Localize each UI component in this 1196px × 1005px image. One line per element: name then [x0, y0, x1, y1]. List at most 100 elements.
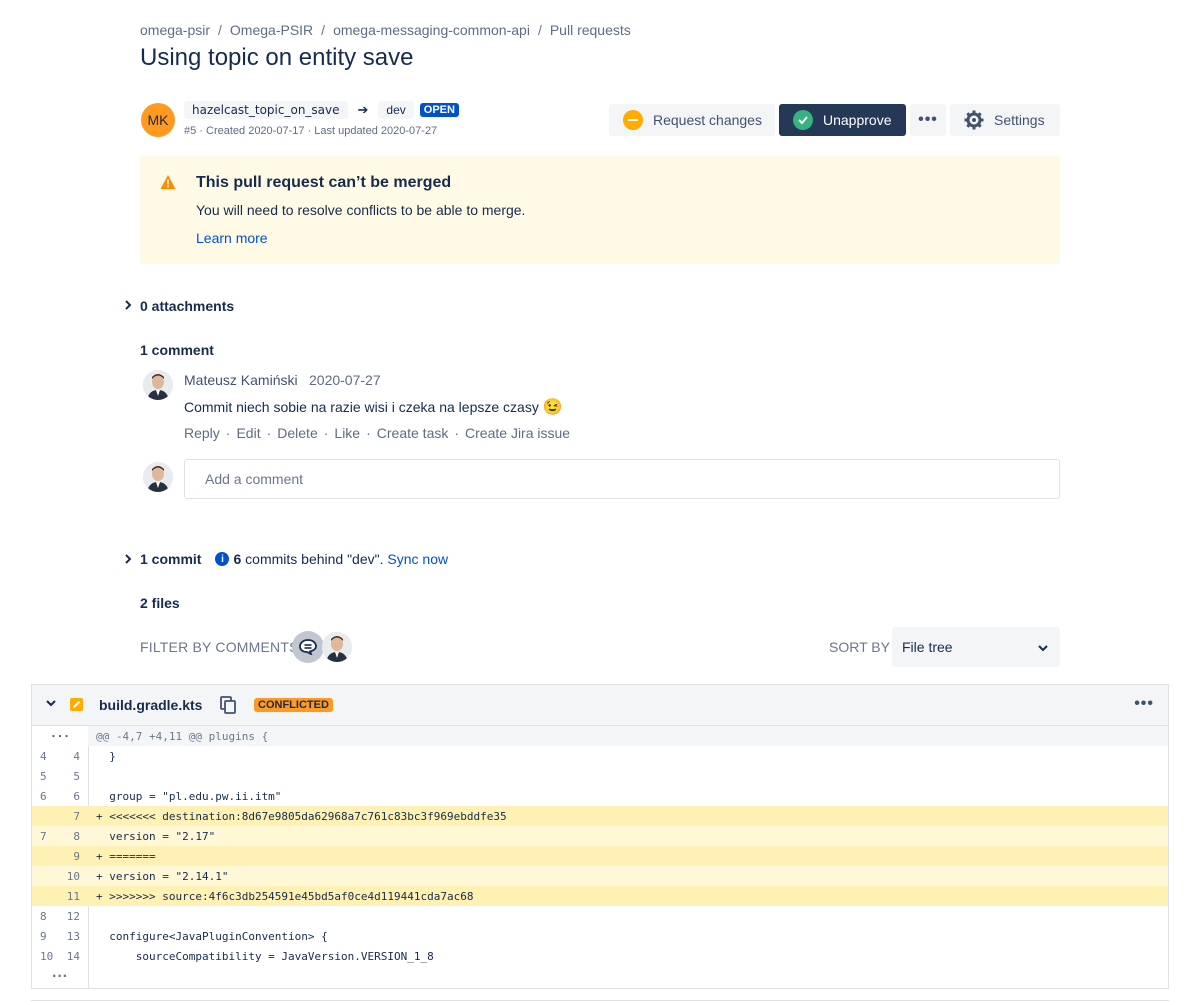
- pr-meta: #5 · Created 2020-07-17 · Last updated 2…: [184, 125, 438, 137]
- attachments-toggle[interactable]: 0 attachments: [140, 298, 234, 314]
- sort-by-label: SORT BY: [829, 639, 890, 655]
- expand-below-row[interactable]: ···: [32, 966, 1168, 988]
- page-title: Using topic on entity save: [140, 44, 414, 71]
- code-line: group = "pl.edu.pw.ii.itm": [96, 789, 282, 803]
- edit-link[interactable]: Edit: [236, 425, 260, 441]
- old-line-number[interactable]: 6: [32, 790, 60, 803]
- create-jira-issue-link[interactable]: Create Jira issue: [465, 425, 570, 441]
- file-name[interactable]: build.gradle.kts: [99, 697, 202, 713]
- avatar[interactable]: [143, 370, 173, 400]
- request-changes-button[interactable]: Request changes: [609, 104, 775, 136]
- sort-select[interactable]: File tree: [892, 627, 1060, 667]
- old-line-number[interactable]: 7: [32, 830, 60, 843]
- old-line-number[interactable]: 10: [32, 950, 60, 963]
- sort-value: File tree: [902, 639, 953, 655]
- chevron-down-icon: [1038, 639, 1048, 655]
- branch-info: hazelcast_topic_on_save ➔ dev OPEN: [184, 101, 459, 119]
- old-line-number[interactable]: 8: [32, 910, 60, 923]
- new-line-number[interactable]: 14: [60, 950, 88, 963]
- breadcrumb-repo[interactable]: omega-messaging-common-api: [333, 22, 530, 38]
- learn-more-link[interactable]: Learn more: [196, 230, 268, 246]
- new-line-number[interactable]: 13: [60, 930, 88, 943]
- comments-heading: 1 comment: [140, 342, 214, 358]
- commits-toggle[interactable]: 1 commit: [140, 551, 201, 567]
- unapprove-button[interactable]: Unapprove: [779, 104, 906, 136]
- breadcrumb-separator: /: [537, 22, 542, 38]
- sync-now-link[interactable]: Sync now: [387, 551, 448, 567]
- code-line: + >>>>>>> source:4f6c3db254591e45bd5af0c…: [96, 889, 474, 903]
- new-line-number[interactable]: 8: [60, 830, 88, 843]
- status-badge: OPEN: [419, 103, 459, 117]
- author-avatar[interactable]: MK: [141, 103, 175, 137]
- comment-actions: Reply · Edit · Delete · Like · Create task · Creat…: [184, 425, 571, 441]
- code-line: version = "2.17": [96, 829, 216, 843]
- comment-date[interactable]: 2020-07-27: [309, 372, 381, 388]
- new-line-number[interactable]: 5: [60, 770, 88, 783]
- like-link[interactable]: Like: [334, 425, 360, 441]
- diff-line: 10 + version = "2.14.1": [32, 866, 1168, 886]
- diff-body: ··· @@ -4,7 +4,11 @@ plugins {4 4 } 5 5 6 6 gr…: [32, 726, 1168, 966]
- file-more-button[interactable]: •••: [1134, 695, 1154, 713]
- diff-line: 66 group = "pl.edu.pw.ii.itm": [32, 786, 1168, 806]
- source-branch[interactable]: hazelcast_topic_on_save: [184, 101, 348, 119]
- breadcrumb-separator: /: [218, 22, 222, 38]
- target-branch[interactable]: dev: [378, 101, 414, 119]
- more-actions-button[interactable]: •••: [910, 104, 946, 136]
- diff-line: 9 + =======: [32, 846, 1168, 866]
- create-task-link[interactable]: Create task: [377, 425, 449, 441]
- diff-line: 78 version = "2.17": [32, 826, 1168, 846]
- warning-icon: [160, 174, 176, 195]
- conflicted-badge: CONFLICTED: [254, 698, 333, 712]
- comment-text: Commit niech sobie na razie wisi i czeka…: [184, 397, 563, 417]
- old-line-number[interactable]: 9: [32, 930, 60, 943]
- wink-emoji-icon: 😉: [542, 399, 563, 416]
- comment-author[interactable]: Mateusz Kamiński: [184, 372, 298, 388]
- chevron-right-icon[interactable]: [124, 299, 132, 313]
- settings-label: Settings: [994, 112, 1045, 128]
- commits-behind-text: commits behind "dev".: [241, 551, 388, 567]
- delete-link[interactable]: Delete: [277, 425, 317, 441]
- commits-behind-count: 6: [233, 551, 242, 567]
- new-line-number[interactable]: 11: [60, 890, 88, 903]
- breadcrumb: omega-psir / Omega-PSIR / omega-messaging-co…: [140, 22, 631, 38]
- new-line-number[interactable]: 10: [60, 870, 88, 883]
- copy-icon[interactable]: [220, 696, 236, 719]
- old-line-number[interactable]: 5: [32, 770, 60, 783]
- new-line-number[interactable]: 9: [60, 850, 88, 863]
- diff-line: 7 + <<<<<<< destination:8d67e9805da62968a…: [32, 806, 1168, 826]
- breadcrumb-pull-requests[interactable]: Pull requests: [550, 22, 631, 38]
- breadcrumb-project[interactable]: omega-psir: [140, 22, 210, 38]
- modified-file-icon: [70, 698, 83, 711]
- code-line: @@ -4,7 +4,11 @@ plugins {: [96, 729, 269, 743]
- add-comment-input[interactable]: [184, 459, 1060, 499]
- commits-section: 1 commit i 6 commits behind "dev". Sync …: [140, 551, 448, 567]
- chevron-down-icon[interactable]: [46, 696, 56, 710]
- diff-line: 8 12: [32, 906, 1168, 926]
- merge-warning-banner: This pull request can’t be merged You wi…: [140, 156, 1060, 264]
- request-changes-label: Request changes: [653, 112, 762, 128]
- new-line-number[interactable]: 6: [60, 790, 88, 803]
- warning-title: This pull request can’t be merged: [196, 174, 452, 191]
- all-comments-filter-icon[interactable]: [292, 631, 324, 663]
- reply-link[interactable]: Reply: [184, 425, 220, 441]
- expand-below-button[interactable]: ···: [32, 968, 88, 986]
- code-line: + version = "2.14.1": [96, 869, 229, 883]
- file-header: build.gradle.kts CONFLICTED •••: [32, 685, 1168, 726]
- old-line-number[interactable]: 4: [32, 750, 60, 763]
- new-line-number[interactable]: 7: [60, 810, 88, 823]
- expand-above-button[interactable]: ···: [32, 726, 88, 746]
- chevron-right-icon[interactable]: [124, 553, 132, 567]
- new-line-number[interactable]: 12: [60, 910, 88, 923]
- current-user-avatar[interactable]: [143, 462, 173, 492]
- new-line-number[interactable]: 4: [60, 750, 88, 763]
- files-heading: 2 files: [140, 595, 180, 611]
- minus-circle-icon: [623, 110, 643, 130]
- code-line: + =======: [96, 849, 156, 863]
- diff-line: 44 }: [32, 746, 1168, 766]
- diff-line: 55: [32, 766, 1168, 786]
- diff-line: 11 + >>>>>>> source:4f6c3db254591e45bd5af…: [32, 886, 1168, 906]
- breadcrumb-repo-group[interactable]: Omega-PSIR: [230, 22, 313, 38]
- warning-text: You will need to resolve conflicts to be…: [196, 202, 526, 218]
- settings-button[interactable]: Settings: [950, 104, 1060, 136]
- user-filter-avatar[interactable]: [322, 632, 352, 662]
